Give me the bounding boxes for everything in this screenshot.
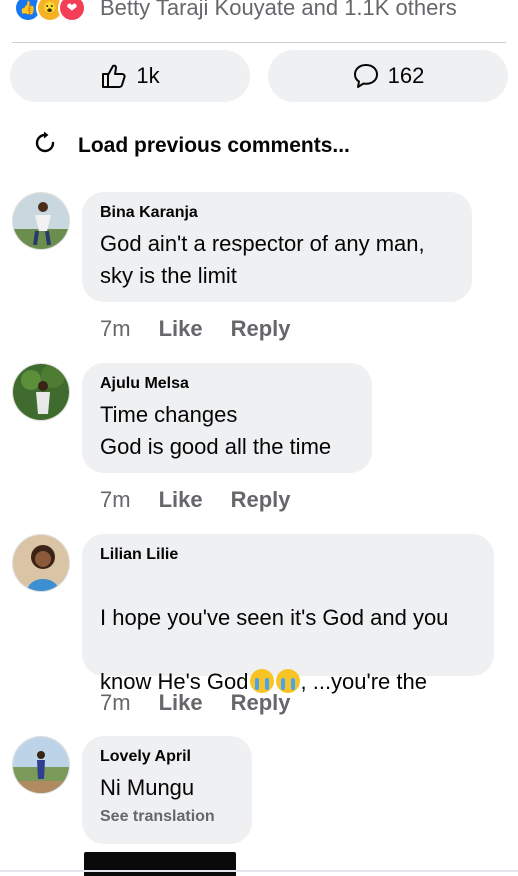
comment-actions: 7m Like Reply (100, 690, 291, 716)
comment-actions: 7m Like Reply (100, 487, 291, 513)
avatar[interactable] (12, 363, 70, 421)
see-translation-link[interactable]: See translation (100, 808, 234, 826)
comment-text: Time changes God is good all the time (100, 402, 332, 459)
reactions-summary[interactable]: 👍 😮 ❤ Betty Taraji Kouyate and 1.1K othe… (0, 0, 518, 40)
refresh-icon (32, 130, 58, 161)
comment-author[interactable]: Lilian Lilie (100, 546, 476, 564)
likes-count: 1k (136, 63, 160, 88)
reply-link[interactable]: Reply (231, 487, 291, 513)
comment-author[interactable]: Bina Karanja (100, 204, 454, 222)
comment-text: God ain't a respector of any man, sky is… (100, 231, 425, 288)
comment-text-line: , ...you're the (300, 669, 428, 694)
avatar[interactable] (12, 192, 70, 250)
comment-bubble: Ajulu Melsa Time changes God is good all… (82, 363, 372, 473)
avatar[interactable] (12, 736, 70, 794)
comment-text: I hope you've seen it's God and you know… (100, 570, 476, 762)
comment-time[interactable]: 7m (100, 487, 131, 513)
love-icon: ❤ (58, 0, 86, 22)
comments-button[interactable]: 162 (268, 50, 508, 102)
comment-author[interactable]: Ajulu Melsa (100, 375, 354, 393)
reply-link[interactable]: Reply (231, 690, 291, 716)
like-link[interactable]: Like (159, 316, 203, 342)
comment-icon (352, 62, 380, 90)
likes-button[interactable]: 1k (10, 50, 250, 102)
like-link[interactable]: Like (159, 690, 203, 716)
avatar[interactable] (12, 534, 70, 592)
comment-text-line: I hope you've seen it's God and you (100, 605, 449, 630)
reaction-icons: 👍 😮 ❤ (14, 0, 86, 22)
reply-link[interactable]: Reply (231, 316, 291, 342)
comment-time[interactable]: 7m (100, 316, 131, 342)
comment-text: Ni Mungu (100, 775, 195, 800)
comments-count: 162 (387, 63, 425, 88)
divider (0, 870, 518, 872)
like-link[interactable]: Like (159, 487, 203, 513)
divider (12, 42, 506, 43)
thumbs-up-icon (100, 62, 128, 90)
load-previous-comments[interactable]: Load previous comments... (32, 130, 350, 161)
redacted-block (84, 852, 236, 876)
reactions-text: Betty Taraji Kouyate and 1.1K others (100, 0, 457, 20)
comment-author[interactable]: Lovely April (100, 748, 234, 766)
comment-bubble: Lovely April Ni Mungu See translation (82, 736, 252, 844)
comment-actions: 7m Like Reply (100, 316, 291, 342)
comment-time[interactable]: 7m (100, 690, 131, 716)
load-previous-label: Load previous comments... (78, 133, 350, 157)
comment-bubble: Lilian Lilie I hope you've seen it's God… (82, 534, 494, 758)
comment-bubble: Bina Karanja God ain't a respector of an… (82, 192, 472, 302)
